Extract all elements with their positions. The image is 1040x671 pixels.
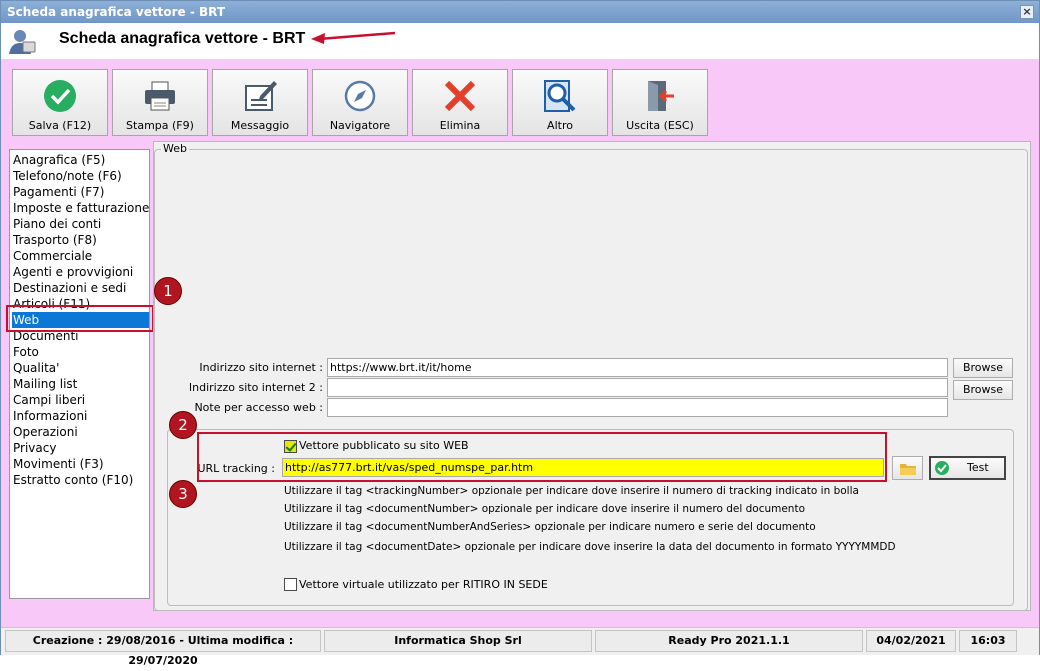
site-field[interactable]: https://www.brt.it/it/home <box>327 358 948 377</box>
magnifier-document-icon <box>544 80 576 112</box>
status-time: 16:03 <box>959 630 1017 652</box>
status-version: Ready Pro 2021.1.1 <box>595 630 863 652</box>
message-button[interactable]: Messaggio <box>212 69 308 136</box>
message-label: Messaggio <box>230 119 290 132</box>
sidebar-item-campi-liberi[interactable]: Campi liberi <box>13 392 85 408</box>
test-button[interactable]: Test <box>929 456 1006 480</box>
checkmark-icon <box>44 80 76 112</box>
info-line-2: Utilizzare il tag <documentNumber> opzio… <box>284 503 806 515</box>
open-folder-button[interactable] <box>892 456 923 480</box>
site2-label: Indirizzo sito internet 2 : <box>188 381 323 394</box>
close-icon[interactable]: × <box>1020 5 1034 19</box>
other-button[interactable]: Altro <box>512 69 608 136</box>
delete-label: Elimina <box>439 119 481 132</box>
annotation-badge-3: 3 <box>169 480 197 508</box>
info-line-4: Utilizzare il tag <documentDate> opziona… <box>284 541 896 553</box>
sidebar-item-mailing[interactable]: Mailing list <box>13 376 77 392</box>
save-button[interactable]: Salva (F12) <box>12 69 108 136</box>
sidebar-item-estratto-conto[interactable]: Estratto conto (F10) <box>13 472 133 488</box>
navigator-label: Navigatore <box>329 119 391 132</box>
exit-label: Uscita (ESC) <box>626 119 694 132</box>
delete-x-icon <box>444 80 476 112</box>
sidebar-item-commerciale[interactable]: Commerciale <box>13 248 92 264</box>
test-label: Test <box>967 461 989 474</box>
other-label: Altro <box>547 119 573 132</box>
sidebar-item-agenti[interactable]: Agenti e provvigioni <box>13 264 133 280</box>
contact-card-icon <box>9 30 36 54</box>
page-title: Scheda anagrafica vettore - BRT <box>59 30 306 47</box>
notes-field[interactable] <box>327 398 948 417</box>
sidebar-item-foto[interactable]: Foto <box>13 344 39 360</box>
annotation-box-web <box>6 305 154 332</box>
annotation-arrow <box>311 31 396 44</box>
header: Scheda anagrafica vettore - BRT <box>1 23 1039 59</box>
sidebar-item-trasporto[interactable]: Trasporto (F8) <box>13 232 97 248</box>
status-company: Informatica Shop Srl <box>324 630 592 652</box>
print-button[interactable]: Stampa (F9) <box>112 69 208 136</box>
window-title: Scheda anagrafica vettore - BRT <box>7 5 226 19</box>
exit-button[interactable]: Uscita (ESC) <box>612 69 708 136</box>
main-window: Scheda anagrafica vettore - BRT × Scheda… <box>0 0 1040 667</box>
checkmark-icon <box>935 461 949 475</box>
annotation-box-tracking <box>197 432 887 482</box>
site-label: Indirizzo sito internet : <box>199 361 323 374</box>
compass-icon <box>344 80 376 112</box>
folder-icon <box>900 464 916 475</box>
status-dates: Creazione : 29/08/2016 - Ultima modifica… <box>5 630 321 667</box>
site2-field[interactable] <box>327 378 948 397</box>
sidebar-item-telefono[interactable]: Telefono/note (F6) <box>13 168 122 184</box>
status-date: 04/02/2021 <box>866 630 956 652</box>
sidebar-item-movimenti[interactable]: Movimenti (F3) <box>13 456 104 472</box>
info-line-1: Utilizzare il tag <trackingNumber> opzio… <box>284 485 859 497</box>
sidebar-item-operazioni[interactable]: Operazioni <box>13 424 78 440</box>
print-label: Stampa (F9) <box>126 119 194 132</box>
sidebar-item-informazioni[interactable]: Informazioni <box>13 408 87 424</box>
virtual-carrier-checkbox[interactable] <box>284 578 297 591</box>
delete-button[interactable]: Elimina <box>412 69 508 136</box>
sidebar-item-pagamenti[interactable]: Pagamenti (F7) <box>13 184 104 200</box>
printer-icon <box>145 81 175 111</box>
sidebar-item-anagrafica[interactable]: Anagrafica (F5) <box>13 152 105 168</box>
annotation-badge-2: 2 <box>169 411 197 439</box>
exit-door-icon <box>648 81 674 111</box>
sidebar-item-privacy[interactable]: Privacy <box>13 440 56 456</box>
browse-button-2[interactable]: Browse <box>953 380 1013 400</box>
message-icon <box>245 81 277 111</box>
navigator-button[interactable]: Navigatore <box>312 69 408 136</box>
save-label: Salva (F12) <box>28 119 92 132</box>
web-group-label: Web <box>161 142 189 155</box>
sidebar-item-piano-conti[interactable]: Piano dei conti <box>13 216 101 232</box>
sidebar-nav: Anagrafica (F5) Telefono/note (F6) Pagam… <box>9 149 150 599</box>
annotation-badge-1: 1 <box>154 277 182 305</box>
sidebar-item-qualita[interactable]: Qualita' <box>13 360 59 376</box>
sidebar-item-imposte[interactable]: Imposte e fatturazione <box>13 200 149 216</box>
sidebar-item-destinazioni[interactable]: Destinazioni e sedi <box>13 280 126 296</box>
virtual-carrier-label: Vettore virtuale utilizzato per RITIRO I… <box>299 578 548 591</box>
status-bar: Creazione : 29/08/2016 - Ultima modifica… <box>1 627 1039 667</box>
title-bar: Scheda anagrafica vettore - BRT × <box>1 1 1039 23</box>
info-line-3: Utilizzare il tag <documentNumberAndSeri… <box>284 521 816 533</box>
browse-button[interactable]: Browse <box>953 358 1013 378</box>
